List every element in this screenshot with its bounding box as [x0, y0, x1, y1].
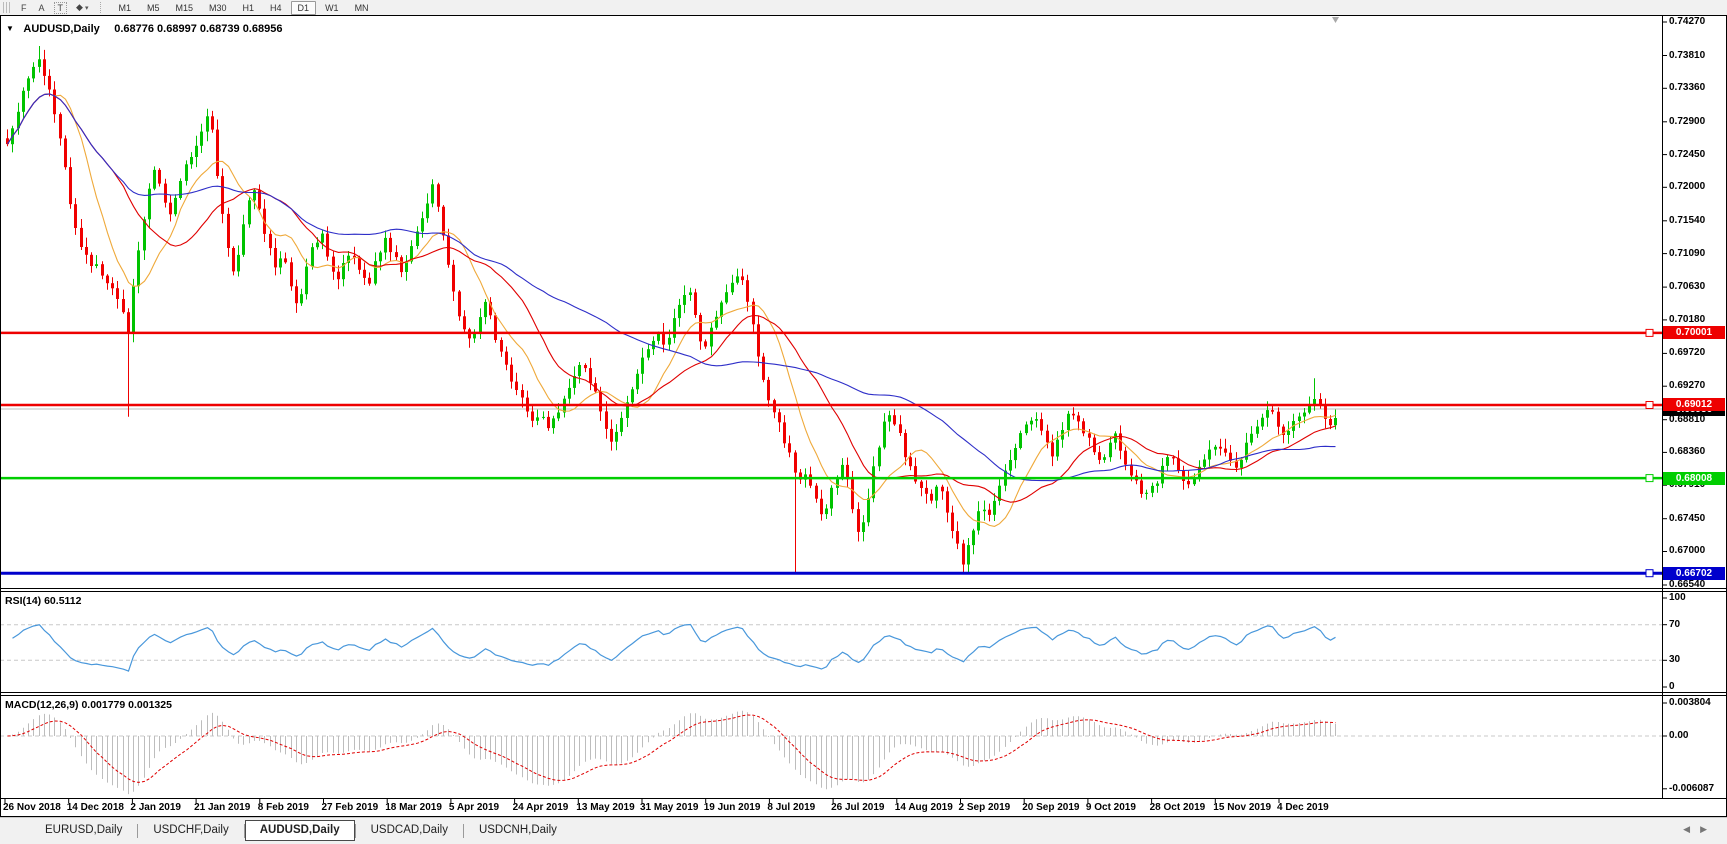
tab-scroll-right-icon[interactable]: ▶ — [1700, 824, 1717, 834]
timeframe-button-h1[interactable]: H1 — [236, 1, 262, 15]
date-axis-label: 28 Oct 2019 — [1150, 802, 1206, 813]
tab-audusd[interactable]: AUDUSD,Daily — [245, 820, 355, 841]
date-axis-label: 24 Apr 2019 — [513, 802, 569, 813]
date-axis-label: 27 Feb 2019 — [322, 802, 379, 813]
macd-axis-label: 0.00 — [1669, 730, 1688, 741]
price-axis-label: 0.72000 — [1669, 181, 1705, 192]
mt4-window: FAT◆▾ M1M5M15M30H1H4D1W1MN ▼ AUDUSD,Dail… — [0, 0, 1727, 844]
date-axis-label: 13 May 2019 — [576, 802, 634, 813]
date-axis-label: 18 Mar 2019 — [385, 802, 442, 813]
tab-scroll-arrows: ◀▶ — [1683, 824, 1717, 835]
price-axis-label: 0.70630 — [1669, 281, 1705, 292]
timeframe-button-w1[interactable]: W1 — [318, 1, 346, 15]
date-axis-label: 20 Sep 2019 — [1022, 802, 1079, 813]
price-line-tag: 0.70001 — [1663, 326, 1725, 339]
drawing-tools-group: FAT◆▾ — [15, 0, 94, 15]
rsi-axis-label: 70 — [1669, 619, 1680, 630]
chart-tabs: EURUSD,DailyUSDCHF,DailyAUDUSD,DailyUSDC… — [30, 820, 572, 841]
date-axis-label: 21 Jan 2019 — [194, 802, 250, 813]
price-axis-label: 0.71540 — [1669, 215, 1705, 226]
date-axis-label: 26 Nov 2018 — [3, 802, 61, 813]
price-axis-label: 0.69720 — [1669, 347, 1705, 358]
axis-labels-layer: 0.74270 0.73810 0.73360 0.72900 0.72450 0.720… — [0, 0, 1727, 844]
tab-eurusd[interactable]: EURUSD,Daily — [30, 820, 137, 841]
price-axis-label: 0.74270 — [1669, 16, 1705, 27]
tab-usdcad[interactable]: USDCAD,Daily — [356, 820, 463, 841]
shapes-dropdown-icon[interactable]: ◆▾ — [70, 2, 94, 13]
rsi-axis-label: 0 — [1669, 681, 1675, 692]
price-axis-label: 0.69270 — [1669, 380, 1705, 391]
timeframe-button-m15[interactable]: M15 — [168, 1, 200, 15]
price-axis-label: 0.71090 — [1669, 248, 1705, 259]
date-axis-label: 8 Jul 2019 — [767, 802, 815, 813]
rsi-axis-label: 30 — [1669, 654, 1680, 665]
fibonacci-tool-icon[interactable]: F — [15, 3, 33, 13]
price-axis-label: 0.72900 — [1669, 116, 1705, 127]
tab-usdcnh[interactable]: USDCNH,Daily — [464, 820, 572, 841]
macd-axis-label: 0.003804 — [1669, 697, 1711, 708]
timeframe-button-d1[interactable]: D1 — [291, 1, 317, 15]
timeframe-button-m5[interactable]: M5 — [140, 1, 167, 15]
date-axis-label: 8 Feb 2019 — [258, 802, 309, 813]
tab-scroll-left-icon[interactable]: ◀ — [1683, 824, 1700, 834]
rsi-indicator-label: RSI(14) 60.5112 — [5, 595, 81, 607]
date-axis-label: 4 Dec 2019 — [1277, 802, 1329, 813]
date-axis-label: 26 Jul 2019 — [831, 802, 884, 813]
date-axis-label: 5 Apr 2019 — [449, 802, 499, 813]
date-axis-label: 14 Dec 2018 — [67, 802, 124, 813]
chart-symbol-label: AUDUSD,Daily — [23, 23, 99, 35]
timeframe-buttons-group: M1M5M15M30H1H4D1W1MN — [110, 0, 376, 15]
toolbar-drag-handle[interactable] — [3, 2, 11, 13]
rsi-axis-label: 100 — [1669, 592, 1686, 603]
price-line-tag: 0.69012 — [1663, 398, 1725, 411]
tab-usdchf[interactable]: USDCHF,Daily — [138, 820, 243, 841]
price-axis-label: 0.67450 — [1669, 513, 1705, 524]
date-axis-label: 2 Sep 2019 — [959, 802, 1011, 813]
chart-tab-bar: EURUSD,DailyUSDCHF,DailyAUDUSD,DailyUSDC… — [0, 817, 1727, 844]
date-axis-label: 2 Jan 2019 — [130, 802, 181, 813]
timeframe-button-mn[interactable]: MN — [348, 1, 376, 15]
symbol-dropdown-icon[interactable]: ▼ — [6, 24, 14, 33]
date-axis-label: 9 Oct 2019 — [1086, 802, 1136, 813]
chart-ohlc-values: 0.68776 0.68997 0.68739 0.68956 — [114, 23, 282, 35]
price-line-tag: 0.68008 — [1663, 472, 1725, 485]
date-axis-label: 15 Nov 2019 — [1213, 802, 1271, 813]
price-axis-label: 0.68360 — [1669, 446, 1705, 457]
price-line-tag: 0.66702 — [1663, 567, 1725, 580]
price-axis-label: 0.70180 — [1669, 314, 1705, 325]
timeframe-button-m30[interactable]: M30 — [202, 1, 234, 15]
timeframe-button-m1[interactable]: M1 — [111, 1, 138, 15]
price-axis-label: 0.73810 — [1669, 50, 1705, 61]
dropdown-caret-icon[interactable]: ▾ — [85, 5, 89, 12]
price-axis-label: 0.72450 — [1669, 149, 1705, 160]
date-axis-label: 14 Aug 2019 — [895, 802, 953, 813]
macd-axis-label: -0.006087 — [1669, 783, 1714, 794]
macd-indicator-label: MACD(12,26,9) 0.001779 0.001325 — [5, 699, 172, 711]
price-axis-label: 0.67000 — [1669, 545, 1705, 556]
text-tool-icon[interactable]: A — [33, 3, 51, 13]
date-axis-label: 19 Jun 2019 — [704, 802, 761, 813]
price-axis-label: 0.73360 — [1669, 82, 1705, 93]
toolbar-separator — [100, 2, 106, 13]
date-axis-label: 31 May 2019 — [640, 802, 698, 813]
price-axis-label: 0.66540 — [1669, 579, 1705, 590]
text-label-tool-icon[interactable]: T — [54, 2, 68, 14]
toolbar: FAT◆▾ M1M5M15M30H1H4D1W1MN — [0, 0, 1727, 15]
chart-title: ▼ AUDUSD,Daily 0.68776 0.68997 0.68739 0… — [6, 19, 282, 37]
timeframe-button-h4[interactable]: H4 — [263, 1, 289, 15]
